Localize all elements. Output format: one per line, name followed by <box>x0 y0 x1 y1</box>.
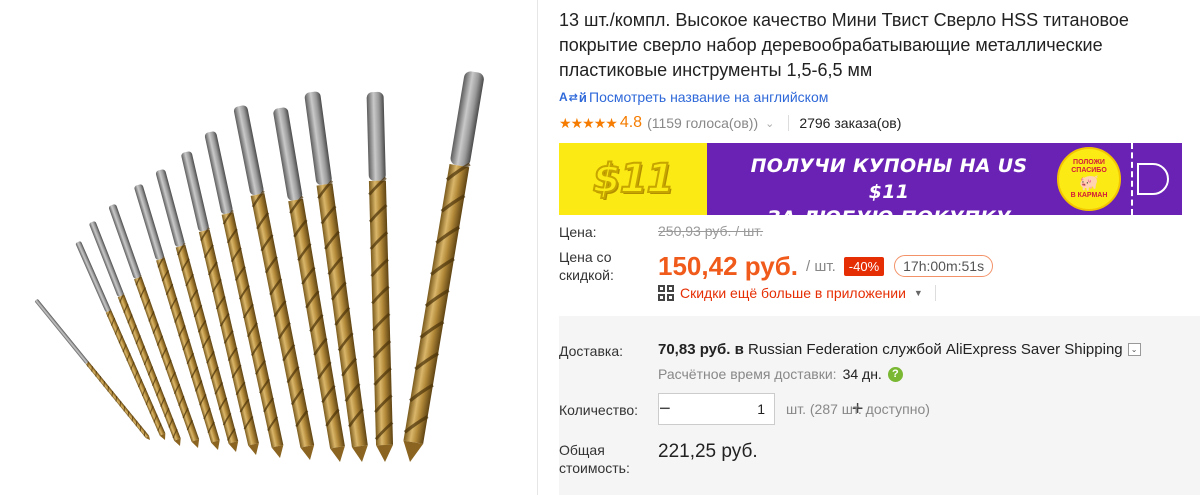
coupon-banner[interactable]: $11 ПОЛУЧИ КУПОНЫ НА US $11 ЗА ЛЮБУЮ ПОК… <box>559 143 1182 229</box>
shipping-label: Доставка: <box>559 343 624 359</box>
quantity-available: шт. (287 шт. доступно) <box>786 401 930 417</box>
eta-label: Расчётное время доставки: <box>658 366 837 382</box>
vertical-divider <box>537 0 538 495</box>
product-title: 13 шт./компл. Высокое качество Мини Твис… <box>559 10 1129 80</box>
per-unit: / шт. <box>806 257 836 275</box>
discount-price-label: Цена со скидкой: <box>559 249 614 283</box>
ticket-stub-icon <box>1137 163 1169 195</box>
star-icon: ★ <box>582 114 595 131</box>
price-label: Цена: <box>559 224 597 240</box>
piggy-bank-icon: 🐖 <box>1079 174 1099 192</box>
drill-bit <box>403 71 484 463</box>
star-icon: ★ <box>605 114 618 131</box>
chevron-down-icon[interactable]: ⌄ <box>765 117 774 130</box>
product-info-panel: 13 шт./компл. Высокое качество Мини Твис… <box>559 0 1200 495</box>
drill-bit <box>366 91 394 462</box>
shipping-in: в <box>734 341 744 358</box>
shipping-options-dropdown[interactable]: ⌄ <box>1127 343 1141 356</box>
app-promo[interactable]: Скидки ещё больше в приложении ▼ <box>658 283 936 303</box>
star-icon: ★ <box>570 114 584 131</box>
total-value: 221,25 руб. <box>658 441 758 462</box>
coupon-main-panel: ПОЛУЧИ КУПОНЫ НА US $11 ЗА ЛЮБУЮ ПОКУПКУ… <box>707 143 1182 229</box>
votes-count[interactable]: (1159 голоса(ов)) <box>647 115 758 131</box>
app-promo-text: Скидки ещё больше в приложении <box>680 285 906 301</box>
shipping-info: 70,83 руб. в Russian Federation службой … <box>658 341 1141 358</box>
star-icon: ★ <box>593 114 607 131</box>
translate-icon: A ⇄ й <box>559 89 587 105</box>
quantity-label: Количество: <box>559 402 639 418</box>
drill-bit <box>89 221 181 447</box>
coupon-text: ПОЛУЧИ КУПОНЫ НА US $11 ЗА ЛЮБУЮ ПОКУПКУ <box>739 153 1039 231</box>
countdown-timer: 17h:00m:51s <box>894 255 994 277</box>
eta-value: 34 дн. <box>842 366 882 382</box>
coupon-text-line2: ЗА ЛЮБУЮ ПОКУПКУ <box>766 207 1012 229</box>
shipping-cost: 70,83 руб. <box>658 341 731 358</box>
coupon-amount-panel: $11 <box>559 143 707 215</box>
rating-stars[interactable]: ★ ★ ★ ★ ★ <box>559 114 618 132</box>
rating-row: ★ ★ ★ ★ ★ 4.8 (1159 голоса(ов)) ⌄ 2796 заказ… <box>559 113 901 133</box>
discount-badge: -40% <box>843 256 885 276</box>
coupon-amount: $11 <box>592 155 675 203</box>
badge-text-top: ПОЛОЖИ СПАСИБО <box>1071 158 1107 174</box>
delivery-eta: Расчётное время доставки: 34 дн. ? <box>658 366 903 382</box>
coupon-perforation <box>1131 143 1133 215</box>
old-price: 250,93 руб. / шт. <box>658 223 764 239</box>
divider <box>788 115 790 131</box>
drill-bit <box>75 241 166 441</box>
discount-price-row: 150,42 руб. / шт. -40% 17h:00m:51s <box>658 248 994 284</box>
qr-code-icon <box>658 285 674 301</box>
total-label: Общая стоимость: <box>559 442 630 476</box>
translate-title-link[interactable]: A ⇄ й Посмотреть название на английском <box>559 87 828 107</box>
orders-count: 2796 заказа(ов) <box>799 115 902 131</box>
coupon-text-line1: ПОЛУЧИ КУПОНЫ НА US $11 <box>750 155 1028 203</box>
star-icon: ★ <box>559 114 572 131</box>
rating-value: 4.8 <box>619 114 643 131</box>
discount-price: 150,42 руб. <box>658 250 799 281</box>
help-icon[interactable]: ? <box>887 366 903 382</box>
coupon-badge: ПОЛОЖИ СПАСИБО 🐖 В КАРМАН <box>1057 147 1121 211</box>
translate-link-text: Посмотреть название на английском <box>589 89 829 105</box>
drill-bits-image <box>34 71 484 463</box>
product-image[interactable] <box>0 0 540 495</box>
decrement-button[interactable]: − <box>659 394 671 424</box>
quantity-stepper: − + <box>658 393 863 425</box>
caret-down-icon[interactable]: ▼ <box>914 288 923 298</box>
badge-text-bottom: В КАРМАН <box>1070 191 1108 199</box>
shipping-destination: Russian Federation службой AliExpress Sa… <box>748 341 1123 358</box>
divider <box>934 285 936 301</box>
